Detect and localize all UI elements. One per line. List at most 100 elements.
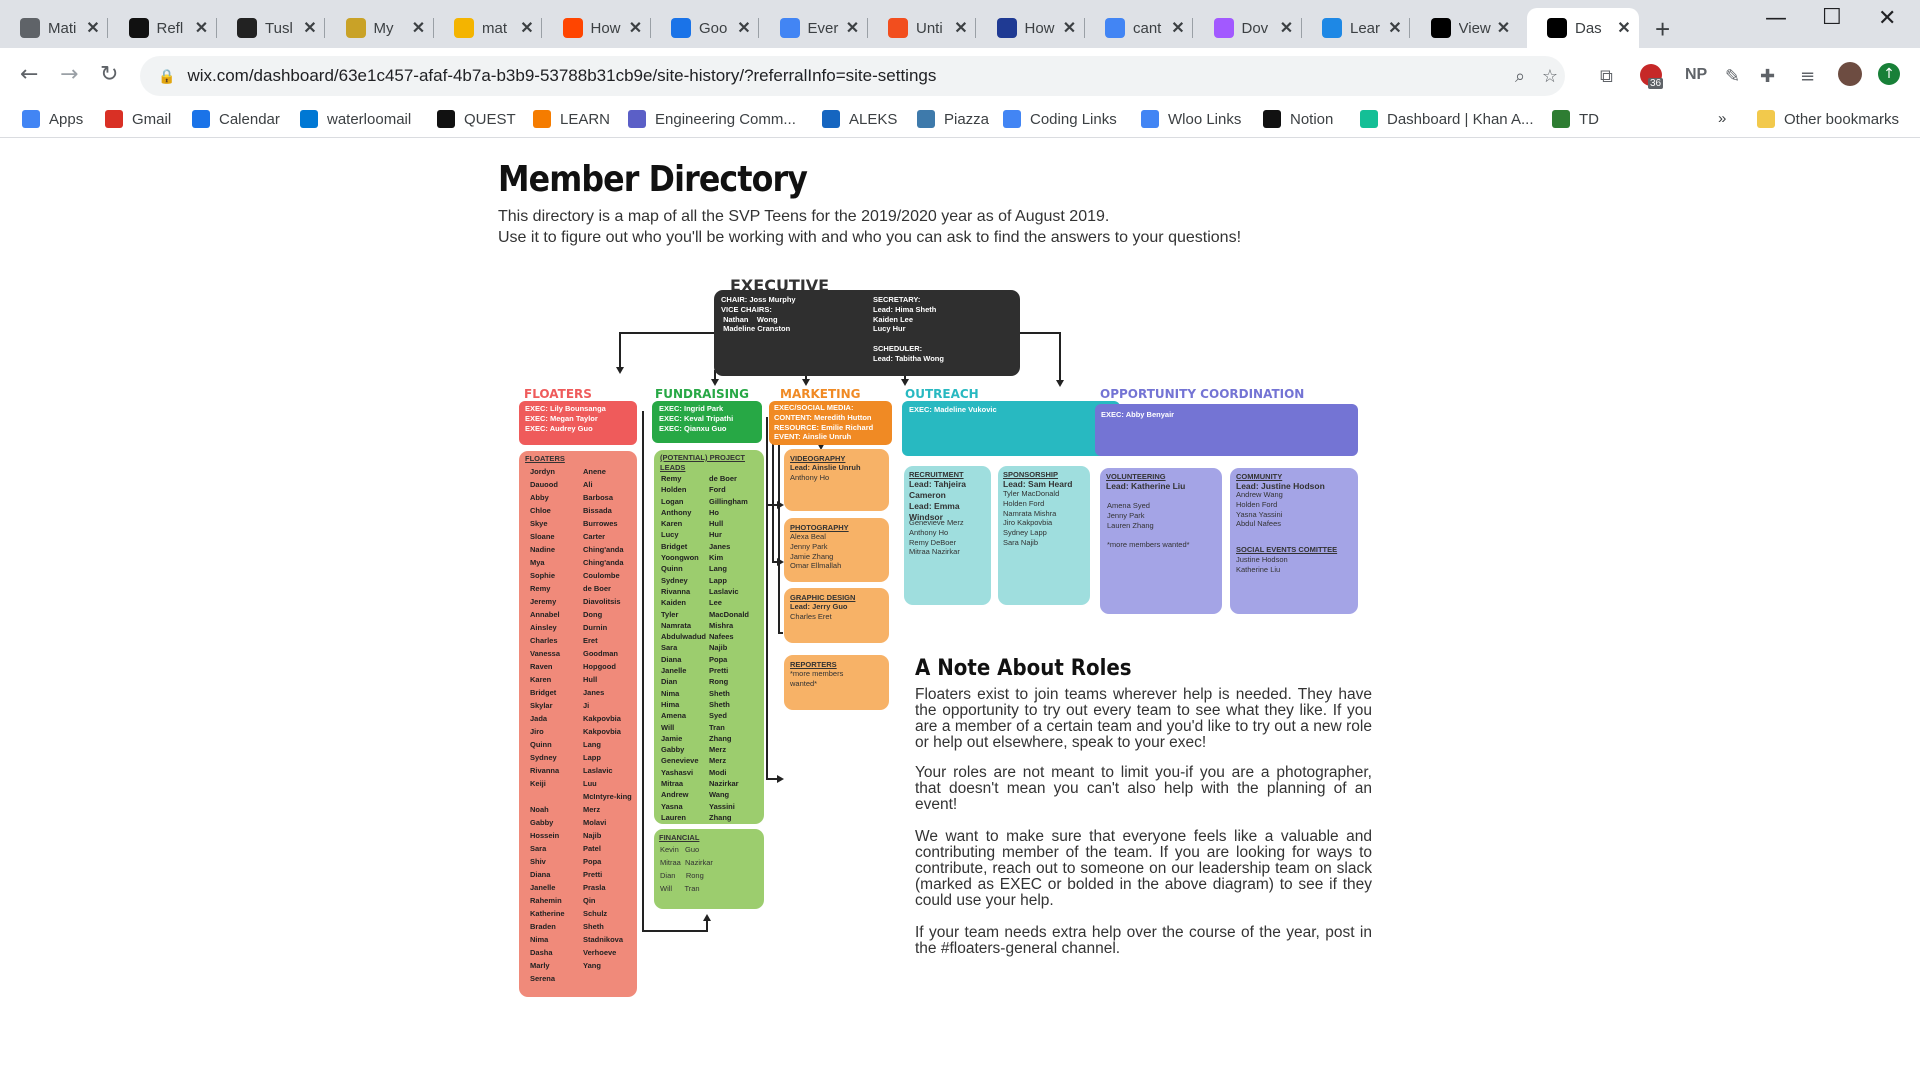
member-name: Molavi <box>583 818 607 827</box>
reading-list-icon[interactable]: ≡ <box>1800 66 1815 87</box>
bookmark-item[interactable]: Gmail <box>105 110 171 128</box>
bookmark-item[interactable]: TD <box>1552 110 1599 128</box>
browser-tab[interactable]: mat ✕ <box>434 8 542 48</box>
browser-tab[interactable]: Dov ✕ <box>1194 8 1302 48</box>
member-name: Lapp <box>583 753 601 762</box>
close-tab-icon[interactable]: ✕ <box>1615 18 1633 38</box>
url-text[interactable]: wix.com/dashboard/63e1c457-afaf-4b7a-b3b… <box>187 66 1505 86</box>
marketing-subteam-box: REPORTERS *more members wanted* <box>784 655 889 710</box>
bookmark-item[interactable]: waterloomail <box>300 110 411 128</box>
browser-tab[interactable]: Refl ✕ <box>109 8 217 48</box>
bookmark-item[interactable]: ALEKS <box>822 110 897 128</box>
browser-tab[interactable]: Lear ✕ <box>1302 8 1410 48</box>
browser-tab[interactable]: Das ✕ <box>1527 8 1639 48</box>
bookmark-item[interactable]: Apps <box>22 110 83 128</box>
outlook-icon <box>300 110 318 128</box>
project-leads-first-names: Remy Holden Logan Anthony Karen Lucy Bridget Yo… <box>661 473 706 823</box>
floaters-first-names: Jordyn Dauood Abby Chloe Skye Sloane Nadine Mya… <box>530 465 565 985</box>
lock-icon[interactable]: 🔒 <box>158 68 175 85</box>
close-tab-icon[interactable]: ✕ <box>518 18 536 38</box>
member-name: Rahemin <box>530 896 562 905</box>
bookmark-item[interactable]: QUEST <box>437 110 516 128</box>
recruitment-leads: Lead: Tahjeira Cameron Lead: Emma Windso… <box>909 479 966 523</box>
sponsorship-members: Tyler MacDonald Holden Ford Namrata Mish… <box>1003 489 1060 547</box>
bookmark-item[interactable]: Engineering Comm... <box>628 110 796 128</box>
member-name: Logan <box>661 496 684 506</box>
bookmark-item[interactable]: Calendar <box>192 110 280 128</box>
member-name: Merz <box>709 756 727 766</box>
np-extension-icon[interactable]: NP <box>1685 66 1707 84</box>
subteam-members: Anthony Ho <box>790 473 830 482</box>
close-tab-icon[interactable]: ✕ <box>301 18 319 38</box>
executive-chairs: CHAIR: Joss Murphy VICE CHAIRS: Nathan W… <box>721 295 796 334</box>
bookmark-star-icon[interactable]: ☆ <box>1535 66 1565 87</box>
close-tab-icon[interactable]: ✕ <box>1061 18 1079 38</box>
browser-tab[interactable]: How ✕ <box>977 8 1085 48</box>
close-tab-icon[interactable]: ✕ <box>844 18 862 38</box>
wix-icon <box>1430 18 1451 38</box>
close-tab-icon[interactable]: ✕ <box>410 18 428 38</box>
member-name: Lauren <box>661 812 687 822</box>
notion-icon <box>1263 110 1281 128</box>
member-name: Abdulwadud <box>661 632 706 642</box>
bookmark-item[interactable]: Dashboard | Khan A... <box>1360 110 1534 128</box>
bookmark-item[interactable]: Coding Links <box>1003 110 1117 128</box>
browser-tab[interactable]: Unti ✕ <box>868 8 976 48</box>
close-tab-icon[interactable]: ✕ <box>1495 18 1513 38</box>
reload-icon[interactable]: ↻ <box>100 62 118 87</box>
close-tab-icon[interactable]: ✕ <box>1386 18 1404 38</box>
close-tab-icon[interactable]: ✕ <box>735 18 753 38</box>
close-tab-icon[interactable]: ✕ <box>193 18 211 38</box>
bookmark-item[interactable]: LEARN <box>533 110 610 128</box>
browser-tab[interactable]: cant ✕ <box>1085 8 1193 48</box>
marketing-subteam-box: VIDEOGRAPHY Lead: Ainslie Unruh Anthony Ho <box>784 449 889 511</box>
other-bookmarks-folder[interactable]: Other bookmarks <box>1757 110 1899 128</box>
puzzle-extensions-icon[interactable]: ✚ <box>1760 66 1775 87</box>
maximize-button[interactable]: ☐ <box>1822 5 1842 30</box>
bookmark-item[interactable]: Wloo Links <box>1141 110 1241 128</box>
close-tab-icon[interactable]: ✕ <box>627 18 645 38</box>
browser-tab[interactable]: Goo ✕ <box>651 8 759 48</box>
member-name <box>530 790 565 803</box>
close-window-button[interactable]: ✕ <box>1878 6 1896 31</box>
zoom-icon[interactable]: ⌕ <box>1505 66 1535 87</box>
close-tab-icon[interactable]: ✕ <box>1169 18 1187 38</box>
marketing-subteam-box: GRAPHIC DESIGN Lead: Jerry Guo Charles Ere… <box>784 588 889 643</box>
volunteering-members: Amena Syed Jenny Park Lauren Zhang *more… <box>1107 501 1190 549</box>
browser-tab[interactable]: Tusl ✕ <box>217 8 325 48</box>
member-name: Coulombe <box>583 571 620 580</box>
member-name: Ji <box>583 701 590 710</box>
pen-extension-icon[interactable]: ✎ <box>1725 66 1740 87</box>
bookmark-label: Apps <box>49 110 84 128</box>
forward-icon[interactable]: → <box>60 62 78 87</box>
bookmark-item[interactable]: Notion <box>1263 110 1333 128</box>
member-name: Quinn <box>661 564 683 574</box>
browser-tab[interactable]: View ✕ <box>1411 8 1519 48</box>
member-name: Sheth <box>583 922 604 931</box>
new-tab-button[interactable]: + <box>1655 16 1670 42</box>
back-icon[interactable]: ← <box>20 62 38 87</box>
member-name: Anthony <box>661 507 692 517</box>
address-bar[interactable]: 🔒 wix.com/dashboard/63e1c457-afaf-4b7a-b… <box>140 56 1565 96</box>
member-name: Sheth <box>709 699 730 709</box>
browser-tab[interactable]: How ✕ <box>543 8 651 48</box>
floaters-list-title: FLOATERS <box>525 454 565 463</box>
profile-avatar[interactable] <box>1838 62 1862 86</box>
browser-tab[interactable]: Mati ✕ <box>0 8 108 48</box>
browser-tab[interactable]: Ever ✕ <box>760 8 868 48</box>
close-tab-icon[interactable]: ✕ <box>84 18 102 38</box>
browser-tab[interactable]: My ✕ <box>326 8 434 48</box>
bookmarks-bar: » Other bookmarks Apps Gmail Calendar water… <box>0 104 1920 138</box>
subteam-members: Alexa Beal Jenny Park Jamie Zhang Omar E… <box>790 532 842 571</box>
subteam-lead: Lead: Ainslie Unruh <box>790 463 861 472</box>
update-icon[interactable]: ↑ <box>1878 63 1900 85</box>
bookmark-item[interactable]: Piazza <box>917 110 989 128</box>
tab-search-icon[interactable]: ⧉ <box>1600 66 1613 87</box>
close-tab-icon[interactable]: ✕ <box>952 18 970 38</box>
bookmark-label: Notion <box>1290 110 1334 128</box>
minimize-button[interactable]: — <box>1765 6 1787 31</box>
adblock-extension-icon[interactable]: 36 <box>1640 64 1668 90</box>
volunteering-lead: Lead: Katherine Liu <box>1106 481 1186 491</box>
bookmarks-overflow-button[interactable]: » <box>1718 110 1726 127</box>
close-tab-icon[interactable]: ✕ <box>1278 18 1296 38</box>
